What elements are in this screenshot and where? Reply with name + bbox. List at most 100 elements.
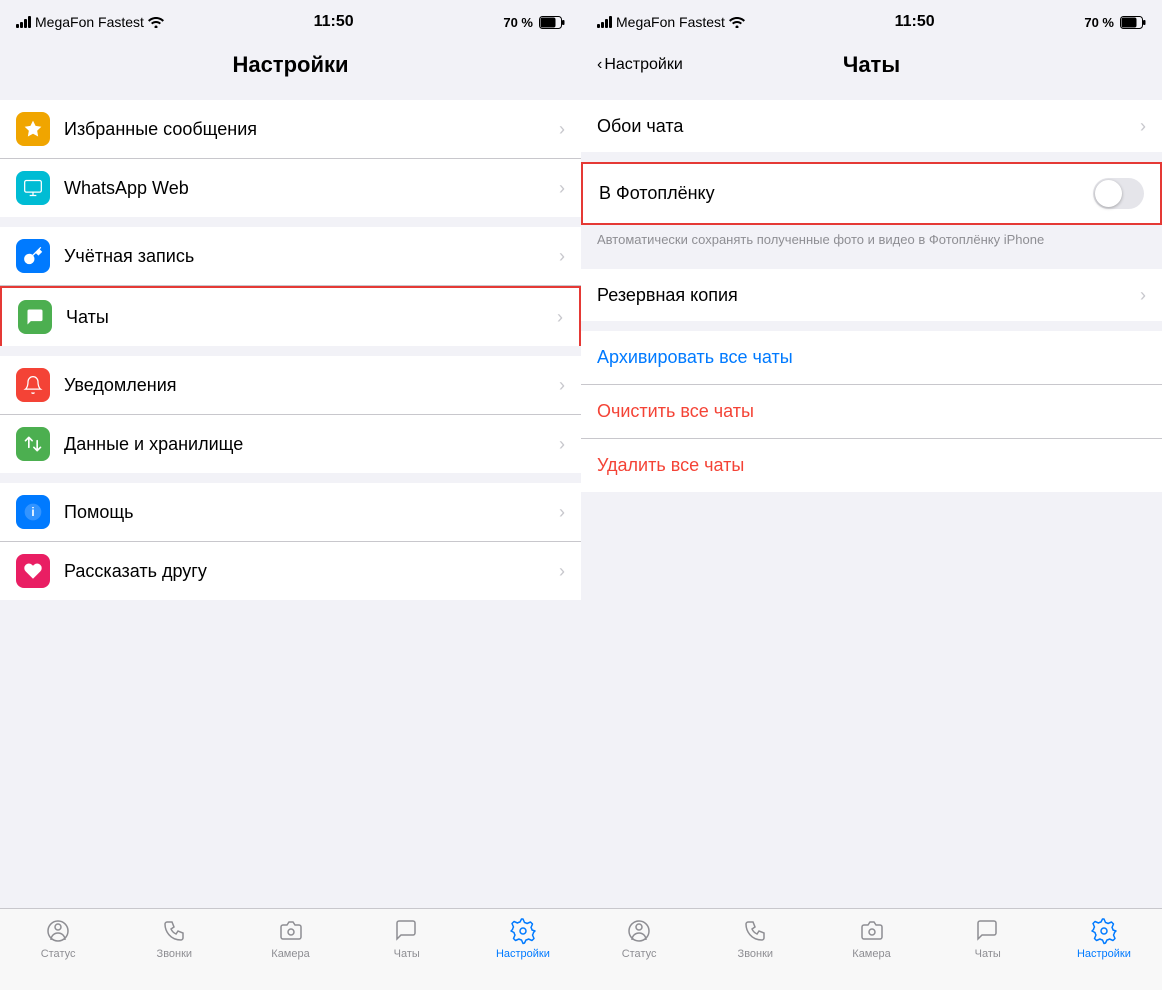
star-icon — [23, 119, 43, 139]
whatsapp-web-icon-bg — [16, 171, 50, 205]
calls-icon-right — [742, 918, 768, 944]
tab-chats-left[interactable]: Чаты — [349, 917, 465, 960]
section-gap-3 — [0, 346, 581, 356]
left-phone: MegaFon Fastest 11:50 70 % Настройки — [0, 0, 581, 990]
signal-icon-right — [597, 16, 612, 28]
save-roll-toggle[interactable] — [1093, 178, 1144, 209]
list-item-account[interactable]: Учётная запись › — [0, 227, 581, 286]
list-item-tell-friend[interactable]: Рассказать другу › — [0, 542, 581, 600]
wifi-icon — [148, 16, 164, 28]
scroll-area-right[interactable]: Обои чата › В Фотоплёнку Автоматически с… — [581, 90, 1162, 908]
help-label: Помощь — [64, 502, 551, 523]
section-gap — [0, 90, 581, 100]
notifications-icon-bg — [16, 368, 50, 402]
tab-settings-right[interactable]: Настройки — [1046, 917, 1162, 960]
list-item-chats[interactable]: Чаты › — [0, 286, 581, 346]
tab-camera-left[interactable]: Камера — [232, 917, 348, 960]
settings-gear-icon — [509, 917, 537, 945]
settings-tab-icon-left — [509, 917, 537, 945]
chevron-account: › — [559, 246, 565, 267]
list-item-wallpaper[interactable]: Обои чата › — [581, 100, 1162, 152]
status-icon — [45, 918, 71, 944]
battery-area-left: 70 % — [503, 15, 565, 30]
chat-icon — [25, 307, 45, 327]
account-label: Учётная запись — [64, 246, 551, 267]
section-gap-2 — [0, 217, 581, 227]
list-item-data[interactable]: Данные и хранилище › — [0, 415, 581, 473]
action-archive-all[interactable]: Архивировать все чаты — [581, 331, 1162, 385]
chevron-tell-friend: › — [559, 561, 565, 582]
carrier-right: MegaFon Fastest — [597, 14, 745, 30]
starred-icon-bg — [16, 112, 50, 146]
list-item-save-roll[interactable]: В Фотоплёнку — [583, 164, 1160, 223]
chevron-starred: › — [559, 119, 565, 140]
camera-tab-icon-right — [858, 917, 886, 945]
tab-chats-right[interactable]: Чаты — [930, 917, 1046, 960]
settings-tab-label-left: Настройки — [496, 948, 550, 960]
camera-tab-label-left: Камера — [271, 948, 309, 960]
right-phone: MegaFon Fastest 11:50 70 % ‹ — [581, 0, 1162, 990]
whatsapp-web-label: WhatsApp Web — [64, 178, 551, 199]
wifi-icon-right — [729, 16, 745, 28]
list-item-notifications[interactable]: Уведомления › — [0, 356, 581, 415]
chats-group-3: Резервная копия › — [581, 269, 1162, 321]
back-text: Настройки — [604, 56, 682, 74]
info-icon: i — [23, 502, 43, 522]
tab-status-left[interactable]: Статус — [0, 917, 116, 960]
list-item-backup[interactable]: Резервная копия › — [581, 269, 1162, 321]
action-clear-all[interactable]: Очистить все чаты — [581, 385, 1162, 439]
status-tab-icon-left — [44, 917, 72, 945]
heart-icon — [23, 561, 43, 581]
calls-tab-label-right: Звонки — [738, 948, 774, 960]
tab-bar-right: Статус Звонки Камера — [581, 908, 1162, 990]
chevron-backup: › — [1140, 285, 1146, 306]
carrier-left: MegaFon Fastest — [16, 14, 164, 30]
calls-icon — [161, 918, 187, 944]
chats-tab-label-left: Чаты — [394, 948, 420, 960]
status-bar-left: MegaFon Fastest 11:50 70 % — [0, 0, 581, 44]
tab-settings-left[interactable]: Настройки — [465, 917, 581, 960]
chats-tab-icon-left — [393, 917, 421, 945]
chevron-notifications: › — [559, 375, 565, 396]
status-tab-label-left: Статус — [41, 948, 76, 960]
chats-tab-icon — [394, 918, 420, 944]
settings-group-1: Избранные сообщения › WhatsApp Web › — [0, 100, 581, 217]
settings-group-2: Учётная запись › Чаты › — [0, 227, 581, 346]
status-tab-label-right: Статус — [622, 948, 657, 960]
battery-icon-left — [539, 16, 565, 29]
list-item-starred[interactable]: Избранные сообщения › — [0, 100, 581, 159]
chats-label: Чаты — [66, 307, 549, 328]
list-item-whatsapp-web[interactable]: WhatsApp Web › — [0, 159, 581, 217]
status-tab-icon-right — [625, 917, 653, 945]
settings-tab-icon-right — [1090, 917, 1118, 945]
camera-tab-label-right: Камера — [852, 948, 890, 960]
calls-tab-label-left: Звонки — [157, 948, 193, 960]
scroll-area-left[interactable]: Избранные сообщения › WhatsApp Web › — [0, 90, 581, 908]
help-icon-bg: i — [16, 495, 50, 529]
data-icon-bg — [16, 427, 50, 461]
starred-label: Избранные сообщения — [64, 119, 551, 140]
tab-camera-right[interactable]: Камера — [813, 917, 929, 960]
section-gap-r4 — [581, 321, 1162, 331]
action-delete-all[interactable]: Удалить все чаты — [581, 439, 1162, 492]
chats-tab-icon-right — [974, 917, 1002, 945]
list-item-help[interactable]: i Помощь › — [0, 483, 581, 542]
tab-status-right[interactable]: Статус — [581, 917, 697, 960]
tell-friend-icon-bg — [16, 554, 50, 588]
page-title-left: Настройки — [16, 52, 565, 78]
key-icon — [23, 246, 43, 266]
back-section[interactable]: ‹ Настройки — [597, 56, 780, 74]
camera-tab-icon-left — [277, 917, 305, 945]
battery-icon-right — [1120, 16, 1146, 29]
camera-icon — [278, 918, 304, 944]
chevron-wallpaper: › — [1140, 116, 1146, 137]
notifications-label: Уведомления — [64, 375, 551, 396]
save-roll-description: Автоматически сохранять полученные фото … — [581, 225, 1162, 259]
camera-icon-right — [859, 918, 885, 944]
chats-actions: Архивировать все чаты Очистить все чаты … — [581, 331, 1162, 492]
toggle-knob — [1095, 180, 1122, 207]
status-bar-right: MegaFon Fastest 11:50 70 % — [581, 0, 1162, 44]
section-gap-4 — [0, 473, 581, 483]
tab-calls-left[interactable]: Звонки — [116, 917, 232, 960]
tab-calls-right[interactable]: Звонки — [697, 917, 813, 960]
